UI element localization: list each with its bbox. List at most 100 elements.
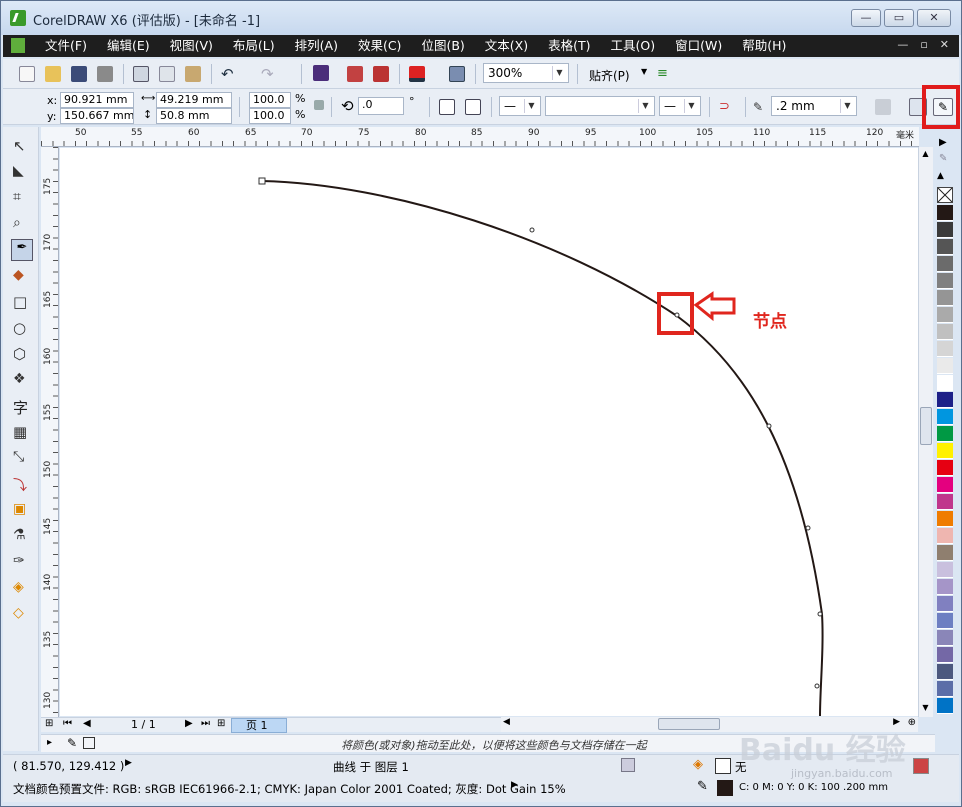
first-page-icon[interactable]: ⏮: [63, 718, 72, 729]
eyedropper-icon[interactable]: ⚗: [13, 527, 31, 545]
add-page-icon[interactable]: ⊞: [45, 718, 53, 729]
color-swatch[interactable]: [937, 460, 953, 476]
fill-tool-icon[interactable]: ◈: [13, 579, 31, 597]
crop-tool-icon[interactable]: ⌗: [13, 189, 31, 207]
scroll-left-icon[interactable]: ◀: [503, 717, 510, 727]
color-swatch[interactable]: [937, 647, 953, 663]
color-swatch[interactable]: [937, 528, 953, 544]
undo-icon[interactable]: ↶: [221, 66, 237, 82]
color-swatch[interactable]: [937, 392, 953, 408]
zoom-level-select[interactable]: 300% ▼: [483, 63, 569, 83]
color-swatch[interactable]: [937, 205, 953, 221]
doc-close-button[interactable]: ✕: [940, 38, 949, 51]
horizontal-scroll-thumb[interactable]: [658, 718, 720, 730]
new-document-icon[interactable]: [19, 66, 35, 82]
palette-up-icon[interactable]: ▲: [937, 171, 944, 181]
color-swatch[interactable]: [937, 324, 953, 340]
line-style-select[interactable]: ▼: [545, 96, 655, 116]
close-curve-icon[interactable]: ⊃: [719, 99, 735, 115]
previous-page-icon[interactable]: ◀: [83, 718, 91, 729]
mirror-horizontal-icon[interactable]: [439, 99, 455, 115]
doc-restore-button[interactable]: ▫: [920, 38, 927, 51]
menu-window[interactable]: 窗口(W): [665, 38, 732, 54]
menu-tools[interactable]: 工具(O): [601, 38, 666, 54]
mirror-vertical-icon[interactable]: [465, 99, 481, 115]
menu-arrange[interactable]: 排列(A): [285, 38, 348, 54]
close-button[interactable]: ✕: [917, 9, 951, 27]
color-swatch[interactable]: [937, 477, 953, 493]
open-folder-icon[interactable]: [45, 66, 61, 82]
import-icon[interactable]: [347, 66, 363, 82]
profile-expand-icon[interactable]: ▶: [511, 780, 518, 790]
pick-tool-icon[interactable]: ↖: [13, 137, 31, 155]
search-content-icon[interactable]: [313, 65, 329, 81]
palette-menu-icon[interactable]: ▸: [47, 737, 52, 748]
smart-fill-icon[interactable]: ◆: [13, 267, 31, 285]
scroll-up-icon[interactable]: ▲: [919, 149, 932, 161]
menu-text[interactable]: 文本(X): [475, 38, 538, 54]
zoom-tool-icon[interactable]: ⌕: [13, 215, 31, 233]
color-swatch[interactable]: [937, 511, 953, 527]
menu-view[interactable]: 视图(V): [160, 38, 223, 54]
no-color-swatch[interactable]: [937, 187, 953, 203]
color-swatch[interactable]: [937, 630, 953, 646]
user-avatar-icon[interactable]: [913, 758, 929, 774]
save-icon[interactable]: [71, 66, 87, 82]
color-swatch[interactable]: [937, 341, 953, 357]
interactive-fill-icon[interactable]: ◇: [13, 605, 31, 623]
color-swatch[interactable]: [937, 698, 953, 714]
menu-help[interactable]: 帮助(H): [732, 38, 796, 54]
connector-tool-icon[interactable]: ⤵: [13, 475, 31, 494]
y-position-field[interactable]: 150.667 mm: [60, 108, 134, 124]
color-swatch[interactable]: [937, 443, 953, 459]
cut-icon[interactable]: [133, 66, 149, 82]
color-swatch[interactable]: [937, 358, 953, 374]
eyedropper-small-icon[interactable]: ✎: [67, 736, 77, 750]
ellipse-tool-icon[interactable]: ○: [13, 319, 31, 337]
maximize-button[interactable]: ▭: [884, 9, 914, 27]
color-swatch[interactable]: [937, 222, 953, 238]
application-launcher-icon[interactable]: [409, 66, 425, 82]
color-swatch[interactable]: [937, 256, 953, 272]
scale-x-field[interactable]: 100.0: [249, 92, 291, 108]
color-swatch[interactable]: [937, 681, 953, 697]
paste-icon[interactable]: [185, 66, 201, 82]
color-swatch[interactable]: [937, 545, 953, 561]
width-field[interactable]: 49.219 mm: [156, 92, 232, 108]
page-tab-1[interactable]: 页 1: [231, 718, 287, 733]
shape-tool-icon[interactable]: ◣: [13, 163, 31, 181]
color-swatch[interactable]: [937, 426, 953, 442]
menu-effects[interactable]: 效果(C): [348, 38, 411, 54]
blend-tool-icon[interactable]: ▣: [13, 501, 31, 519]
menu-bitmaps[interactable]: 位图(B): [411, 38, 474, 54]
zoom-navigator-icon[interactable]: ⊕: [908, 717, 916, 728]
color-swatch[interactable]: [937, 596, 953, 612]
lock-ratio-icon[interactable]: [314, 100, 324, 110]
menu-file[interactable]: 文件(F): [35, 38, 97, 54]
color-swatch[interactable]: [937, 613, 953, 629]
color-swatch[interactable]: [937, 579, 953, 595]
x-position-field[interactable]: 90.921 mm: [60, 92, 134, 108]
drawing-canvas[interactable]: [60, 148, 918, 716]
doc-minimize-button[interactable]: —: [897, 38, 908, 51]
color-swatch[interactable]: [937, 290, 953, 306]
color-swatch[interactable]: [937, 409, 953, 425]
basic-shapes-icon[interactable]: ❖: [13, 371, 31, 389]
polygon-tool-icon[interactable]: ⬡: [13, 345, 31, 363]
color-swatch[interactable]: [937, 307, 953, 323]
color-swatch[interactable]: [937, 494, 953, 510]
dimension-tool-icon[interactable]: ⤡: [13, 449, 31, 467]
print-icon[interactable]: [97, 66, 113, 82]
rotation-field[interactable]: .0: [358, 97, 404, 115]
snap-dropdown-icon[interactable]: ▼: [641, 67, 647, 76]
table-tool-icon[interactable]: ▦: [13, 423, 31, 441]
menu-layout[interactable]: 布局(L): [223, 38, 285, 54]
last-page-icon[interactable]: ⏭: [201, 718, 210, 729]
copy-icon[interactable]: [159, 66, 175, 82]
menu-edit[interactable]: 编辑(E): [97, 38, 160, 54]
minimize-button[interactable]: —: [851, 9, 881, 27]
vertical-scroll-thumb[interactable]: [920, 407, 932, 445]
color-swatch[interactable]: [937, 664, 953, 680]
no-color-small-icon[interactable]: [83, 737, 95, 749]
pen-tool-icon[interactable]: ✒: [11, 239, 33, 261]
